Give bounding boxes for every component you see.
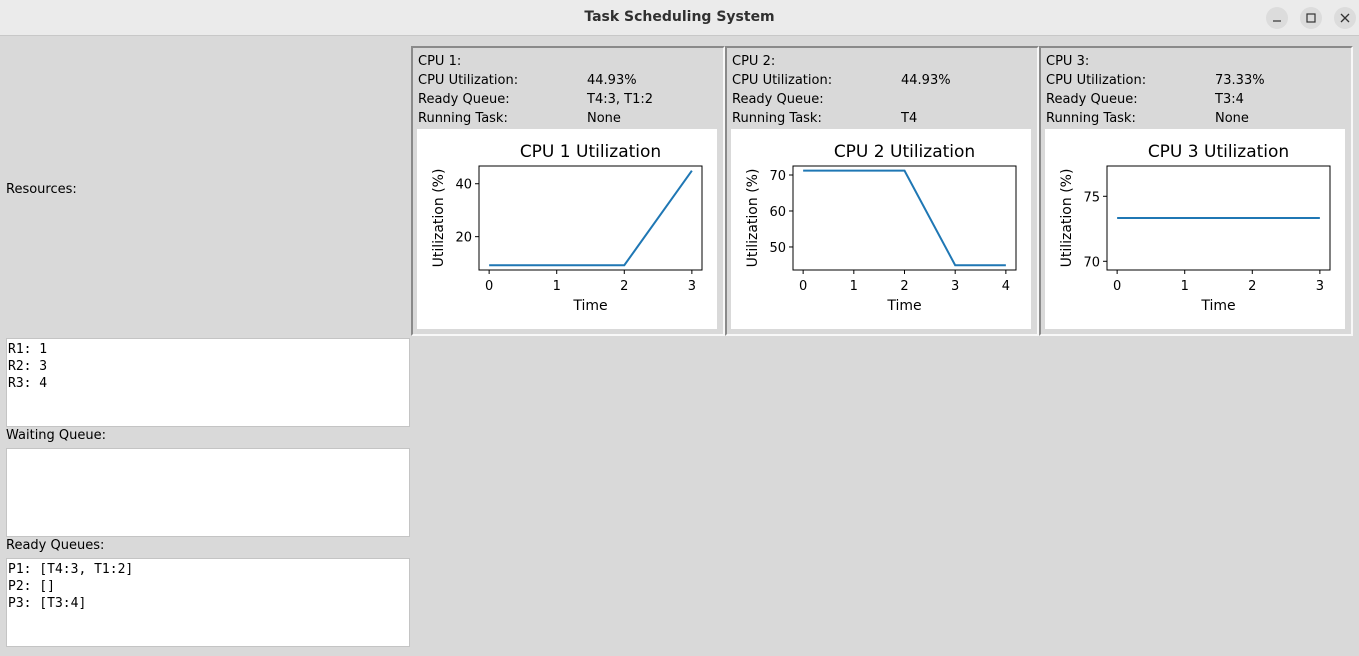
cpu-header: CPU 3: [1046,54,1090,69]
chart-svg: CPU 1 Utilization 0 1 2 3 20 40 Time Utilization… [431,142,703,314]
ready-queue-line: P3: [T3:4] [8,596,87,611]
x-axis-label: Time [1200,298,1235,314]
y-tick-label: 70 [769,169,786,184]
close-icon [1340,13,1350,23]
cpu-utilization-label: CPU Utilization: [732,73,833,88]
cpu-utilization-value: 44.93% [587,73,637,88]
x-tick-label: 3 [951,279,959,294]
ready-queue-line: P2: [] [8,579,55,594]
x-tick-label: 3 [688,279,696,294]
window-titlebar: Task Scheduling System [0,0,1359,36]
y-axis-label: Utilization (%) [1059,169,1075,268]
chart-title: CPU 1 Utilization [520,142,661,162]
ready-queues-label: Ready Queues: [6,538,105,553]
y-tick-label: 20 [455,231,472,246]
ready-queue-line: P1: [T4:3, T1:2] [8,562,134,577]
x-axis-label: Time [886,298,921,314]
x-tick-label: 3 [1316,279,1324,294]
maximize-icon [1306,13,1316,23]
cpu-header: CPU 2: [732,54,776,69]
resources-textbox[interactable]: R1: 1 R2: 3 R3: 4 [6,338,410,427]
cpu-utilization-chart: CPU 1 Utilization 0 1 2 3 20 40 Time Utilization… [417,129,717,329]
maximize-button[interactable] [1300,7,1322,29]
minimize-icon [1273,20,1281,22]
cpu-panel-1: CPU 1: CPU Utilization: 44.93% Ready Queu… [411,46,725,336]
close-button[interactable] [1334,7,1356,29]
minimize-button[interactable] [1266,7,1288,29]
cpu-panel-3: CPU 3: CPU Utilization: 73.33% Ready Queu… [1039,46,1353,336]
ready-queue-label: Ready Queue: [418,92,510,107]
y-tick-label: 50 [769,241,786,256]
ready-queue-value: T4:3, T1:2 [587,92,653,107]
waiting-queue-textbox[interactable] [6,448,410,537]
y-tick-label: 60 [769,205,786,220]
x-tick-label: 1 [850,279,858,294]
x-tick-label: 0 [799,279,807,294]
ready-queue-label: Ready Queue: [732,92,824,107]
waiting-queue-label: Waiting Queue: [6,428,107,443]
x-tick-label: 2 [620,279,628,294]
ready-queue-label: Ready Queue: [1046,92,1138,107]
x-tick-label: 2 [900,279,908,294]
y-axis-label: Utilization (%) [745,169,761,268]
plot-frame [478,165,703,271]
running-task-value: T4 [901,111,918,126]
x-tick-label: 4 [1002,279,1010,294]
plot-frame [792,165,1017,271]
cpu-panel-2: CPU 2: CPU Utilization: 44.93% Ready Queu… [725,46,1039,336]
cpu-utilization-label: CPU Utilization: [418,73,519,88]
cpu-utilization-value: 73.33% [1215,73,1265,88]
running-task-label: Running Task: [1046,111,1136,126]
running-task-value: None [1215,111,1249,126]
x-tick-label: 2 [1248,279,1256,294]
resource-line: R1: 1 [8,342,48,357]
resource-line: R2: 3 [8,359,48,374]
x-tick-label: 0 [1113,279,1121,294]
cpu-utilization-value: 44.93% [901,73,951,88]
x-tick-label: 1 [553,279,561,294]
chart-svg: CPU 2 Utilization 0 1 2 3 4 50 60 70 Time Utilizat… [745,142,1017,314]
x-tick-label: 1 [1181,279,1189,294]
resource-line: R3: 4 [8,376,48,391]
series-line [803,169,1006,267]
chart-title: CPU 3 Utilization [1148,142,1289,162]
chart-title: CPU 2 Utilization [834,142,975,162]
running-task-label: Running Task: [418,111,508,126]
y-tick-label: 40 [455,178,472,193]
resources-label: Resources: [6,182,77,197]
cpu-utilization-chart: CPU 2 Utilization 0 1 2 3 4 50 60 70 Time Utilizat… [731,129,1031,329]
cpu-utilization-chart: CPU 3 Utilization 0 1 2 3 70 75 Time Utilization… [1045,129,1345,329]
y-tick-label: 75 [1083,190,1100,205]
cpu-header: CPU 1: [418,54,462,69]
y-axis-label: Utilization (%) [431,169,447,268]
y-tick-label: 70 [1083,255,1100,270]
window-title: Task Scheduling System [584,9,775,25]
running-task-label: Running Task: [732,111,822,126]
cpu-utilization-label: CPU Utilization: [1046,73,1147,88]
chart-svg: CPU 3 Utilization 0 1 2 3 70 75 Time Utilization… [1059,142,1331,314]
ready-queues-textbox[interactable]: P1: [T4:3, T1:2] P2: [] P3: [T3:4] [6,558,410,647]
running-task-value: None [587,111,621,126]
ready-queue-value: T3:4 [1215,92,1244,107]
x-axis-label: Time [572,298,607,314]
x-tick-label: 0 [485,279,493,294]
series-line [489,170,693,267]
